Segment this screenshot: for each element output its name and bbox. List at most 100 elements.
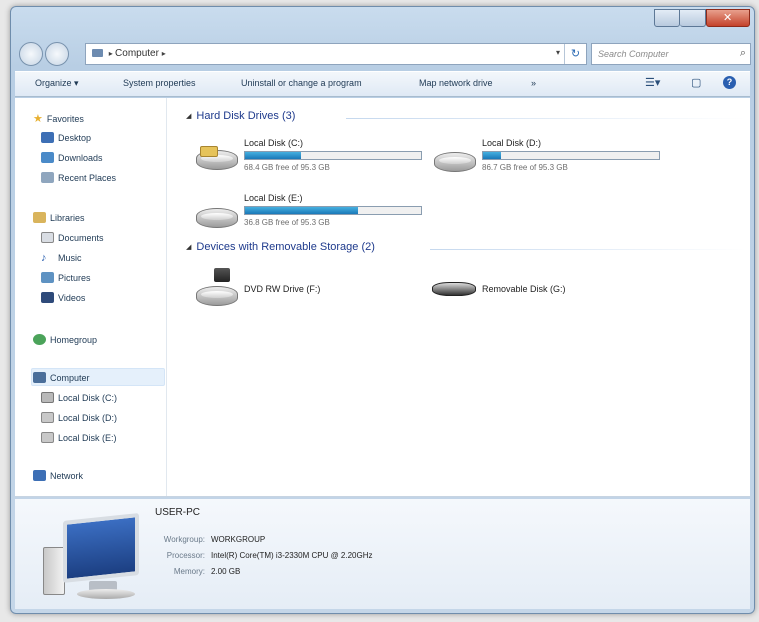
group-divider [430, 249, 746, 250]
capacity-bar [482, 151, 660, 160]
workgroup-label: Workgroup: [163, 535, 205, 544]
back-button[interactable] [19, 42, 43, 66]
explorer-window: ▸ Computer ▸ ▾ ↻ Search Computer ⌕ Organ… [10, 6, 755, 614]
address-bar[interactable]: ▸ Computer ▸ ▾ ↻ [85, 43, 587, 65]
sidebar-item-local-disk-e[interactable]: Local Disk (E:) [41, 432, 117, 443]
capacity-fill [245, 207, 358, 214]
removable-disk-icon[interactable] [430, 278, 480, 308]
desktop-icon [41, 132, 54, 143]
pictures-icon [41, 272, 54, 283]
sidebar-label: Local Disk (D:) [58, 412, 118, 423]
navigation-row: ▸ Computer ▸ ▾ ↻ Search Computer ⌕ [17, 41, 751, 67]
computer-monitor-icon [37, 513, 149, 603]
computer-icon [33, 372, 46, 383]
capacity-fill [245, 152, 302, 159]
sidebar-item-local-disk-d[interactable]: Local Disk (D:) [41, 412, 117, 423]
sidebar-label: Libraries [50, 212, 85, 223]
search-input[interactable]: Search Computer ⌕ [591, 43, 751, 65]
capacity-fill [483, 152, 501, 159]
documents-icon [41, 232, 54, 243]
uninstall-program-button[interactable]: Uninstall or change a program [241, 78, 362, 88]
memory-label: Memory: [173, 567, 205, 576]
sidebar-item-local-disk-c[interactable]: Local Disk (C:) [41, 392, 117, 403]
collapse-triangle-icon[interactable]: ◢ [186, 113, 191, 120]
drive-icon-d[interactable] [430, 148, 480, 178]
group-header-hard-disk-drives[interactable]: ◢ Hard Disk Drives (3) [186, 110, 295, 122]
windows-badge-icon [200, 146, 218, 157]
map-network-drive-button[interactable]: Map network drive [419, 78, 493, 88]
sidebar-label: Network [50, 470, 84, 481]
drive-icon [41, 392, 54, 403]
navigation-pane: ★ Favorites Desktop Downloads Recent Pla… [15, 98, 167, 496]
sidebar-item-recent-places[interactable]: Recent Places [41, 172, 116, 183]
group-title: Hard Disk Drives (3) [196, 110, 296, 122]
drive-icon-e[interactable] [192, 204, 242, 234]
group-divider [346, 118, 746, 119]
drive-icon-c[interactable] [192, 146, 242, 176]
view-options-icon[interactable]: ☰▾ [645, 76, 660, 89]
organize-button[interactable]: Organize ▾ [35, 78, 79, 89]
group-header-removable-storage[interactable]: ◢ Devices with Removable Storage (2) [186, 241, 375, 253]
removable-disk-name[interactable]: Removable Disk (G:) [482, 284, 566, 294]
main-area: ★ Favorites Desktop Downloads Recent Pla… [15, 98, 750, 497]
drive-name: Local Disk (D:) [482, 138, 542, 148]
libraries-icon [33, 212, 46, 223]
drive-free-space: 36.8 GB free of 95.3 GB [244, 218, 330, 227]
refresh-icon[interactable]: ↻ [564, 44, 586, 64]
processor-value: Intel(R) Core(TM) i3-2330M CPU @ 2.20GHz [211, 551, 373, 560]
preview-pane-icon[interactable]: ▢ [691, 76, 701, 89]
search-placeholder: Search Computer [598, 49, 669, 59]
breadcrumb-dropdown-icon[interactable]: ▸ [162, 49, 166, 58]
sidebar-item-favorites[interactable]: ★ Favorites [33, 112, 84, 125]
minimize-button[interactable] [654, 9, 680, 27]
downloads-icon [41, 152, 54, 163]
sidebar-item-network[interactable]: Network [33, 470, 83, 481]
more-commands-button[interactable]: » [531, 78, 536, 88]
sidebar-item-downloads[interactable]: Downloads [41, 152, 103, 163]
computer-icon [92, 49, 103, 58]
drive-name: Local Disk (C:) [244, 138, 304, 148]
sidebar-item-documents[interactable]: Documents [41, 232, 104, 243]
sidebar-item-pictures[interactable]: Pictures [41, 272, 91, 283]
sidebar-item-libraries[interactable]: Libraries [33, 212, 85, 223]
collapse-triangle-icon[interactable]: ◢ [186, 244, 191, 251]
drive-icon [41, 432, 54, 443]
command-bar: Organize ▾ System properties Uninstall o… [15, 71, 750, 97]
drive-icon [41, 412, 54, 423]
content-pane: ◢ Hard Disk Drives (3) Local Disk (C:) 68… [168, 98, 750, 496]
sidebar-label: Music [58, 253, 82, 263]
sidebar-label: Documents [58, 232, 104, 243]
sidebar-item-computer[interactable]: Computer [33, 372, 90, 383]
dvd-drive-icon[interactable] [192, 268, 242, 312]
processor-label: Processor: [166, 551, 205, 560]
search-icon[interactable]: ⌕ [740, 47, 746, 60]
forward-button[interactable] [45, 42, 69, 66]
dvd-drive-name[interactable]: DVD RW Drive (F:) [244, 284, 320, 294]
maximize-button[interactable] [680, 9, 706, 27]
help-icon[interactable]: ? [723, 76, 736, 89]
sidebar-item-music[interactable]: ♪ Music [41, 252, 82, 264]
sidebar-label: Favorites [46, 113, 84, 124]
capacity-bar [244, 151, 422, 160]
address-path[interactable]: Computer [115, 48, 159, 59]
details-pane: USER-PC Workgroup: WORKGROUP Processor: … [15, 499, 750, 609]
workgroup-value: WORKGROUP [211, 535, 266, 544]
sidebar-item-desktop[interactable]: Desktop [41, 132, 91, 143]
title-bar[interactable] [11, 7, 754, 37]
videos-icon [41, 292, 54, 303]
sidebar-label: Local Disk (C:) [58, 392, 118, 403]
drive-free-space: 86.7 GB free of 95.3 GB [482, 163, 568, 172]
music-icon: ♪ [41, 252, 47, 264]
sidebar-label: Videos [58, 292, 86, 303]
close-button[interactable] [706, 9, 750, 27]
memory-value: 2.00 GB [211, 567, 241, 576]
sidebar-label: Desktop [58, 132, 92, 143]
system-properties-button[interactable]: System properties [123, 78, 196, 88]
sidebar-label: Local Disk (E:) [58, 432, 117, 443]
sidebar-item-videos[interactable]: Videos [41, 292, 85, 303]
computer-name: USER-PC [155, 507, 201, 518]
history-dropdown-icon[interactable]: ▾ [556, 48, 560, 57]
drive-name: Local Disk (E:) [244, 193, 303, 203]
sidebar-item-homegroup[interactable]: Homegroup [33, 334, 97, 345]
group-title: Devices with Removable Storage (2) [196, 241, 375, 253]
